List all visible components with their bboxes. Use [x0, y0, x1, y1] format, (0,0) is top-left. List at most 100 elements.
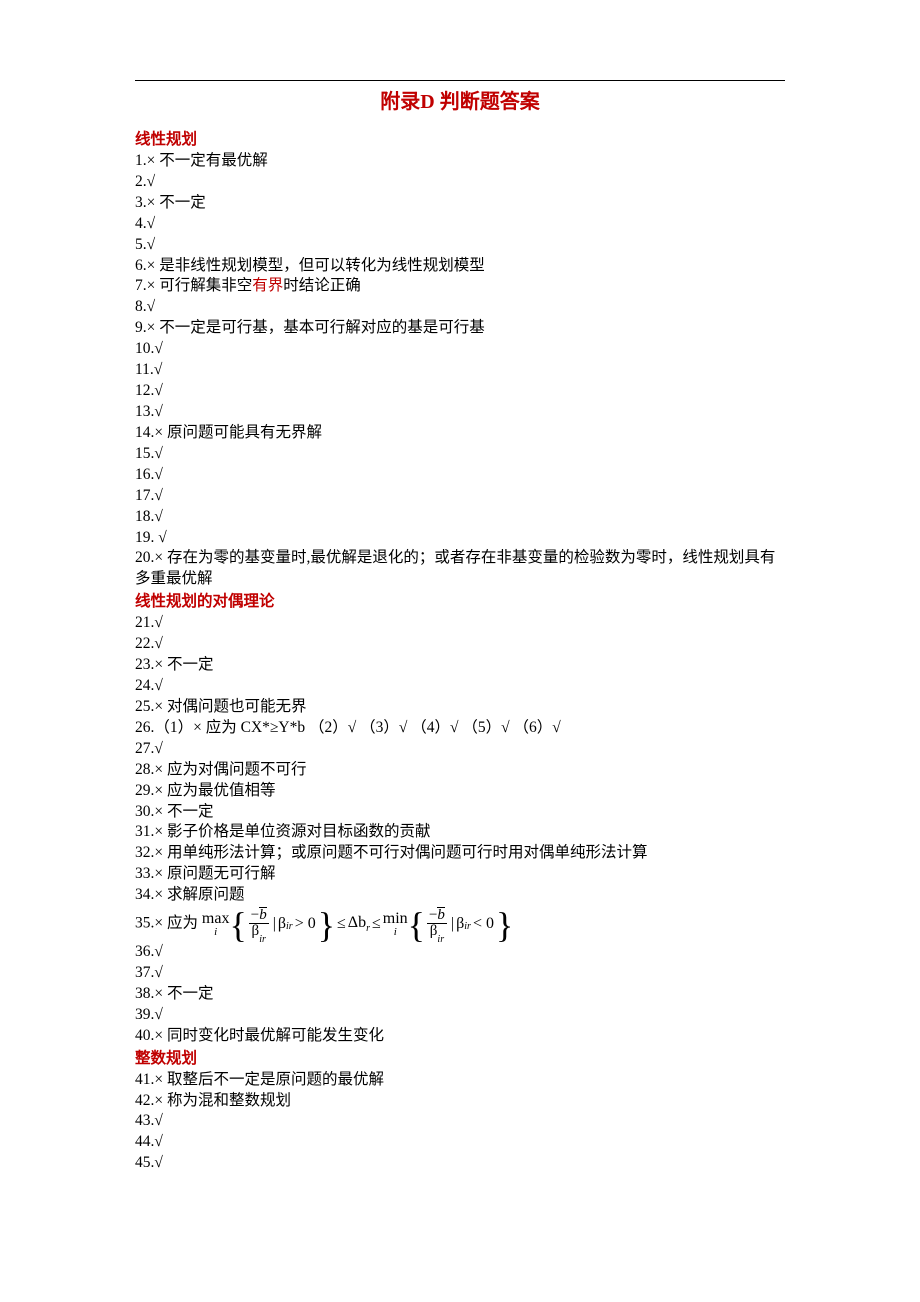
item-mark: √ — [154, 340, 163, 357]
item-text: 不一定 — [163, 985, 213, 1002]
title-post: 判断题答案 — [435, 91, 540, 113]
answer-line: 37.√ — [135, 963, 785, 984]
item-number: 43. — [135, 1112, 154, 1129]
title-pre: 附录 — [380, 91, 420, 113]
answer-line: 27.√ — [135, 739, 785, 760]
item-text-red: 有界 — [252, 277, 283, 294]
answer-line: 26.（1）× 应为 CX*≥Y*b （2）√ （3）√ （4）√ （5）√ （… — [135, 718, 785, 739]
answer-line: 23.× 不一定 — [135, 655, 785, 676]
item-text: 不一定是可行基，基本可行解对应的基是可行基 — [155, 319, 484, 336]
item-number: 25. — [135, 698, 154, 715]
item-number: 32. — [135, 844, 154, 861]
answer-line: 35.× 应为 maxi { −b βir | βir > 0 } ≤ Δbr … — [135, 906, 785, 942]
item-mark: √ — [147, 173, 156, 190]
item-mark: × — [154, 549, 163, 566]
item-mark: × — [154, 915, 163, 932]
answer-line: 7.× 可行解集非空有界时结论正确 — [135, 276, 785, 297]
item-text: 取整后不一定是原问题的最优解 — [163, 1071, 384, 1088]
top-rule — [135, 80, 785, 81]
item-mark: √ — [154, 1112, 163, 1129]
item-number: 26. — [135, 719, 154, 736]
item-mark: × — [154, 803, 163, 820]
answer-line: 31.× 影子价格是单位资源对目标函数的贡献 — [135, 822, 785, 843]
item-number: 36. — [135, 943, 154, 960]
item-text: 称为混和整数规划 — [163, 1092, 291, 1109]
answer-line: 42.× 称为混和整数规划 — [135, 1091, 785, 1112]
item-text: 求解原问题 — [163, 886, 244, 903]
item-number: 20. — [135, 549, 154, 566]
item-mark: × — [154, 865, 163, 882]
item-mark: × — [154, 1027, 163, 1044]
item-mark: √ — [147, 215, 156, 232]
item-mark: × — [154, 844, 163, 861]
item-number: 22. — [135, 635, 154, 652]
item-mark: √ — [154, 487, 163, 504]
answer-line: 28.× 应为对偶问题不可行 — [135, 760, 785, 781]
answer-line: 20.× 存在为零的基变量时,最优解是退化的；或者存在非基变量的检验数为零时，线… — [135, 548, 785, 590]
item-number: 27. — [135, 740, 154, 757]
item-number: 6. — [135, 257, 147, 274]
answer-line: 38.× 不一定 — [135, 984, 785, 1005]
answer-line: 11.√ — [135, 360, 785, 381]
answer-line: 25.× 对偶问题也可能无界 — [135, 697, 785, 718]
item-number: 11. — [135, 361, 154, 378]
answer-line: 6.× 是非线性规划模型，但可以转化为线性规划模型 — [135, 256, 785, 277]
item-mark: √ — [158, 529, 167, 546]
item-mark: × — [154, 761, 163, 778]
answer-line: 39.√ — [135, 1005, 785, 1026]
item-mark: √ — [154, 614, 163, 631]
answer-line: 18.√ — [135, 507, 785, 528]
answer-line: 4.√ — [135, 214, 785, 235]
item-number: 45. — [135, 1154, 154, 1171]
answer-line: 34.× 求解原问题 — [135, 885, 785, 906]
answer-line: 41.× 取整后不一定是原问题的最优解 — [135, 1070, 785, 1091]
item-number: 21. — [135, 614, 154, 631]
answer-line: 17.√ — [135, 486, 785, 507]
item-number: 13. — [135, 403, 154, 420]
item-number: 4. — [135, 215, 147, 232]
item-mark: √ — [154, 466, 163, 483]
item-text: 不一定 — [163, 656, 213, 673]
answer-line: 40.× 同时变化时最优解可能发生变化 — [135, 1026, 785, 1047]
item-text: 用单纯形法计算；或原问题不可行对偶问题可行时用对偶单纯形法计算 — [163, 844, 647, 861]
item-number: 24. — [135, 677, 154, 694]
item-number: 38. — [135, 985, 154, 1002]
item-mark: √ — [147, 236, 156, 253]
item-number: 28. — [135, 761, 154, 778]
item-number: 41. — [135, 1071, 154, 1088]
answer-line: 43.√ — [135, 1111, 785, 1132]
answer-line: 8.√ — [135, 297, 785, 318]
item-text: 同时变化时最优解可能发生变化 — [163, 1027, 384, 1044]
item-mark: × — [154, 656, 163, 673]
answer-line: 44.√ — [135, 1132, 785, 1153]
item-number: 33. — [135, 865, 154, 882]
item-number: 3. — [135, 194, 147, 211]
item-mark: × — [154, 782, 163, 799]
answer-line: 29.× 应为最优值相等 — [135, 781, 785, 802]
item-mark: √ — [154, 403, 163, 420]
item-mark: √ — [154, 508, 163, 525]
item-mark: × — [154, 886, 163, 903]
answer-line: 24.√ — [135, 676, 785, 697]
item-mark: √ — [154, 740, 163, 757]
item-number: 23. — [135, 656, 154, 673]
item-mark: √ — [154, 635, 163, 652]
item-number: 8. — [135, 298, 147, 315]
section-heading: 整数规划 — [135, 1049, 785, 1070]
item-number: 7. — [135, 277, 147, 294]
item-mark: √ — [154, 1133, 163, 1150]
item-mark: √ — [154, 445, 163, 462]
item-mark: × — [154, 424, 163, 441]
item-number: 16. — [135, 466, 154, 483]
item-number: 18. — [135, 508, 154, 525]
title-latin: D — [420, 91, 434, 113]
item-text: 不一定 — [155, 194, 205, 211]
item-number: 40. — [135, 1027, 154, 1044]
answer-line: 14.× 原问题可能具有无界解 — [135, 423, 785, 444]
item-mark: × — [154, 985, 163, 1002]
item-number: 10. — [135, 340, 154, 357]
item-number: 15. — [135, 445, 154, 462]
item-number: 37. — [135, 964, 154, 981]
item-number: 12. — [135, 382, 154, 399]
answer-line: 10.√ — [135, 339, 785, 360]
